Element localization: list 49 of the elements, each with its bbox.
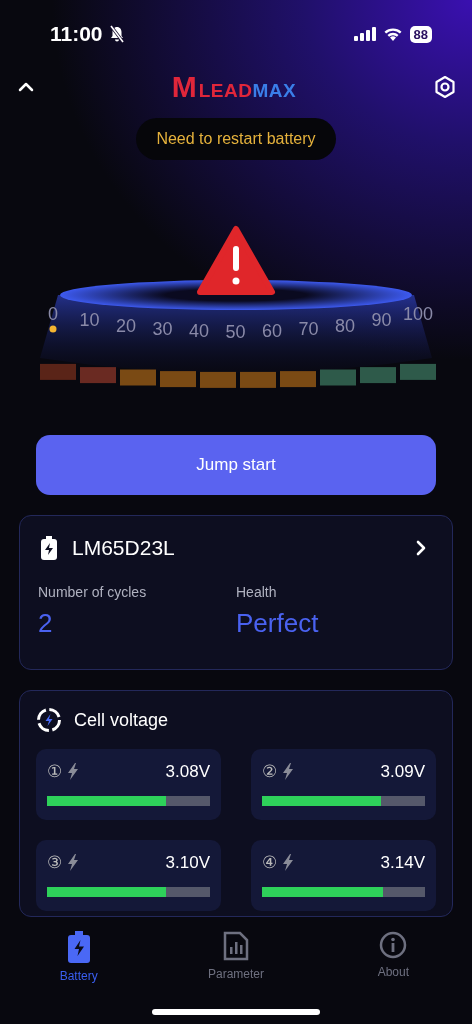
jump-start-button[interactable]: Jump start [36,435,436,495]
about-tab[interactable]: About [314,931,472,983]
stat-label: Number of cycles [38,584,148,600]
wifi-icon [383,27,402,41]
bolt-icon [282,854,294,871]
cell-voltage: 3.10V [165,852,210,873]
cell-voltage: 3.14V [380,852,425,873]
settings-icon[interactable] [434,75,456,99]
battery-icon [66,931,91,963]
bolt-icon [67,763,79,780]
alert-message: Need to restart battery [136,118,336,160]
battery-tab[interactable]: Battery [0,931,158,983]
scale-label: 50 [225,322,246,342]
stat-label: Health [236,584,278,600]
cell-number: ② [262,761,277,782]
scale-label: 30 [152,319,173,340]
status-time: 11:00 [50,22,103,46]
battery-model: LM65D23L [72,536,176,560]
bolt-icon [282,763,294,780]
signal-icon [353,27,376,41]
battery-indicator: 88 [409,25,432,43]
cell-voltage: 3.09V [380,761,425,782]
logo-mark: M [171,73,197,101]
scale-label: 20 [116,315,136,336]
cell-voltage: 3.08V [165,761,210,782]
chevron-right-icon[interactable] [416,540,426,556]
cell-number: ① [47,761,62,782]
cell-number: ④ [262,852,277,873]
chart-document-icon [223,931,249,961]
scale-label: 80 [335,315,355,336]
level-dot [49,325,57,333]
stat-value: 2 [38,608,54,639]
info-icon [379,931,408,959]
voltage-icon [36,707,62,733]
parameter-tab[interactable]: Parameter [157,931,315,983]
scale-label: 70 [298,319,319,340]
scale-label: 100 [403,304,433,324]
scale-label: 10 [79,310,100,331]
logo-word: LEADMAX [198,81,297,101]
scale-label: 90 [371,310,392,331]
bolt-icon [67,854,79,871]
section-title: Cell voltage [74,709,169,731]
cell-number: ③ [47,852,62,873]
scale-label: 40 [189,321,209,342]
battery-card[interactable]: LM65D23L Number of cycles 2 Health Perfect [19,515,453,670]
scale-label: 60 [262,321,282,342]
battery-icon [40,536,58,560]
chevron-up-icon[interactable] [18,82,34,92]
stat-value: Perfect [236,608,320,639]
